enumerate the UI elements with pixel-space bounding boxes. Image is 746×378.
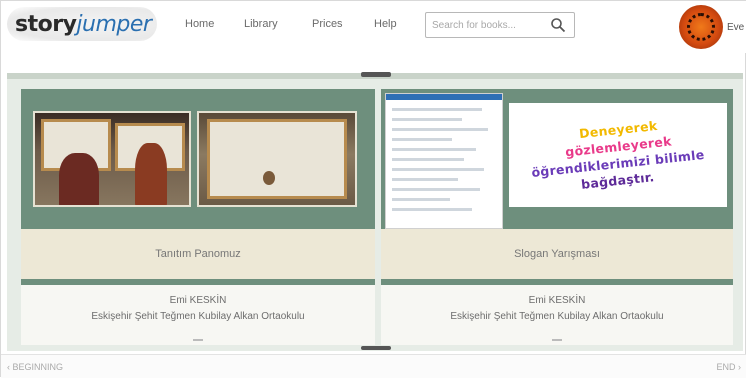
page-meta: Emi KESKİN Eskişehir Şehit Teğmen Kubila… (21, 293, 375, 325)
logo-word-jumper: jumper (76, 12, 152, 37)
thumbnail-line (392, 108, 482, 111)
thumbnail-line (392, 188, 480, 191)
thumbnail-line (392, 208, 472, 211)
go-to-beginning-link[interactable]: ‹ BEGINNING (7, 362, 63, 372)
thumbnail-header (386, 94, 502, 100)
search-input[interactable] (432, 18, 544, 32)
page-meta: Emi KESKİN Eskişehir Şehit Teğmen Kubila… (381, 293, 733, 325)
student-figure (135, 143, 167, 205)
thumbnail-line (392, 168, 484, 171)
thumbnail-line (392, 158, 464, 161)
page-number-mark (193, 339, 203, 341)
classroom-photo-2 (197, 111, 357, 207)
thumbnail-line (392, 128, 488, 131)
app-window: storyjumper Home Library Prices Help Eve (0, 0, 746, 378)
book-page-right[interactable]: Deneyerek gözlemleyerek öğrendiklerimizi… (381, 89, 733, 345)
thumbnail-line (392, 118, 462, 121)
search-icon[interactable] (550, 17, 566, 33)
nav-home[interactable]: Home (185, 18, 214, 30)
top-header: storyjumper Home Library Prices Help Eve (1, 1, 746, 53)
nav-help[interactable]: Help (374, 18, 397, 30)
page-divider (381, 279, 733, 285)
page-number-mark (552, 339, 562, 341)
author-name: Emi KESKİN (528, 295, 586, 306)
user-name[interactable]: Eve (727, 22, 744, 33)
search-box[interactable] (425, 12, 575, 38)
student-figure (59, 153, 99, 205)
author-name: Emi KESKİN (169, 295, 227, 306)
book-page-left[interactable]: Tanıtım Panomuz Emi KESKİN Eskişehir Şeh… (21, 89, 375, 345)
thumbnail-line (392, 178, 458, 181)
book-spine-bottom (361, 346, 391, 350)
page-divider (21, 279, 375, 285)
photo-band (21, 89, 375, 229)
logo-word-story: story (15, 12, 77, 37)
page-caption: Slogan Yarışması (381, 229, 733, 279)
book-footer: ‹ BEGINNING END › (1, 354, 746, 378)
book-spine-top (361, 72, 391, 77)
student-figure (263, 171, 275, 185)
slogan-poster: Deneyerek gözlemleyerek öğrendiklerimizi… (509, 103, 727, 207)
thumbnail-line (392, 198, 450, 201)
school-name: Eskişehir Şehit Teğmen Kubilay Alkan Ort… (91, 311, 305, 322)
classroom-photo-1 (33, 111, 191, 207)
nav-prices[interactable]: Prices (312, 18, 343, 30)
school-name: Eskişehir Şehit Teğmen Kubilay Alkan Ort… (450, 311, 664, 322)
thumbnail-line (392, 148, 476, 151)
thumbnail-line (392, 138, 452, 141)
user-avatar[interactable] (679, 5, 723, 49)
nav-library[interactable]: Library (244, 18, 278, 30)
logo-text: storyjumper (15, 12, 152, 37)
storyjumper-logo[interactable]: storyjumper (7, 7, 157, 41)
photo-band: Deneyerek gözlemleyerek öğrendiklerimizi… (381, 89, 733, 229)
page-caption: Tanıtım Panomuz (21, 229, 375, 279)
avatar-pattern (687, 13, 715, 41)
go-to-end-link[interactable]: END › (717, 362, 742, 372)
bulletin-board (207, 119, 347, 199)
screenshot-thumbnail (385, 93, 503, 229)
